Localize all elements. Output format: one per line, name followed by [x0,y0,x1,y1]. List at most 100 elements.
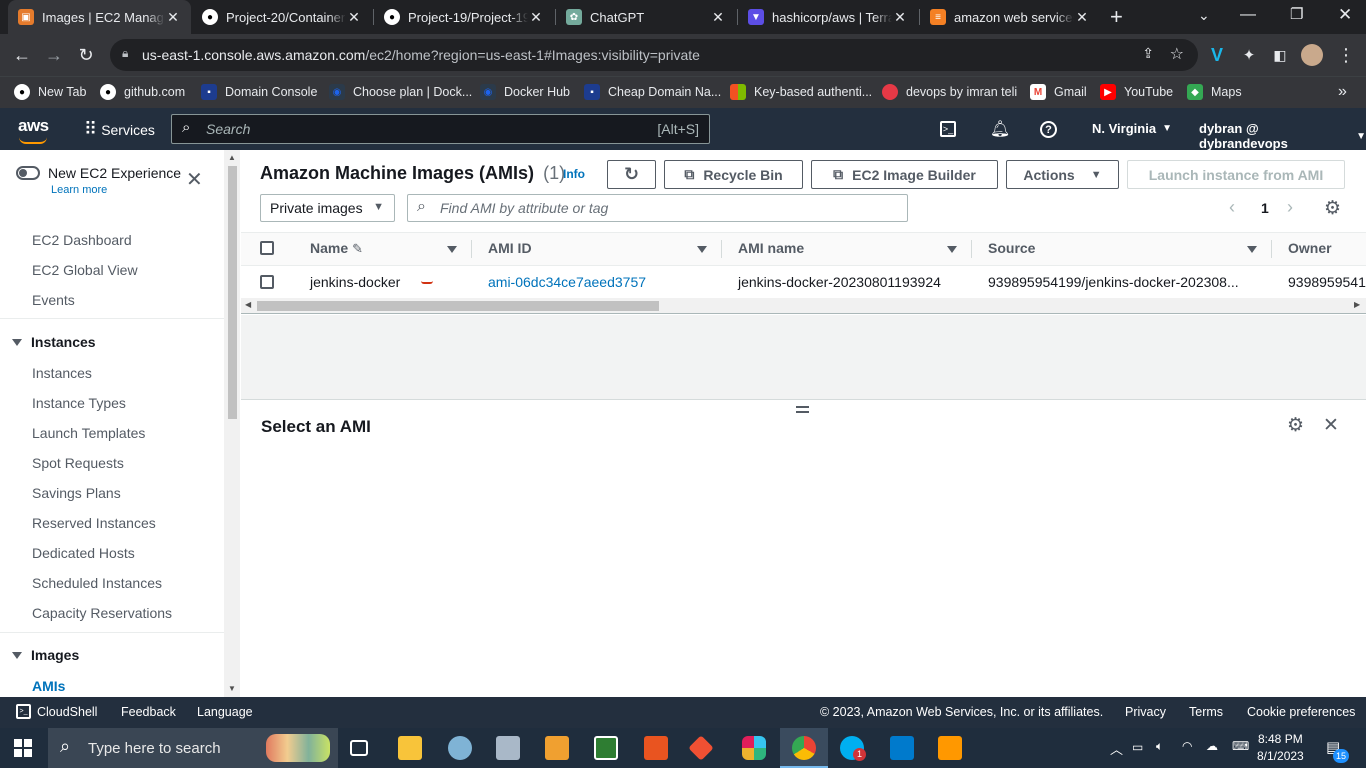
wifi-icon[interactable]: ◠ [1182,739,1192,753]
close-tab-icon[interactable]: ✕ [165,9,181,26]
help-icon[interactable]: ? [1040,121,1057,138]
media-player-icon[interactable] [545,736,569,760]
volume-icon[interactable]: 🔈︎ [1156,739,1163,754]
privacy-link[interactable]: Privacy [1125,705,1166,719]
column-header-owner[interactable]: Owner [1288,240,1332,256]
bookmark-namecheap[interactable]: ▪ Cheap Domain Na... [584,77,721,107]
battery-icon[interactable]: ▭ [1132,740,1143,754]
scroll-right-arrow-icon[interactable]: ▶ [1354,300,1360,309]
column-header-ami-id[interactable]: AMI ID [488,240,532,256]
cookie-preferences-link[interactable]: Cookie preferences [1247,705,1355,719]
sidebar-item-events[interactable]: Events [32,292,75,308]
sort-caret-icon[interactable] [1247,246,1257,253]
tray-overflow-chevron-icon[interactable]: ︿ [1110,739,1123,758]
menu-icon[interactable]: ⋮ [1332,41,1360,69]
restore-icon[interactable]: ❐ [1290,5,1303,23]
bookmark-maps[interactable]: ◆ Maps [1187,77,1242,107]
bookmark-star-icon[interactable]: ☆ [1170,44,1184,64]
network-app-icon[interactable] [496,736,520,760]
table-preferences-gear-icon[interactable]: ⚙ [1324,197,1341,220]
tab-ec2-images[interactable]: ▣ Images | EC2 Managem ✕ [8,0,191,34]
weather-cloud-icon[interactable]: ☁ [1206,739,1218,753]
clock-time[interactable]: 8:48 PM [1258,732,1303,746]
snipping-tool-icon[interactable] [594,736,618,760]
clock-date[interactable]: 8/1/2023 [1257,749,1304,763]
sidebar-item-ec2-dashboard[interactable]: EC2 Dashboard [32,232,132,248]
split-panel-settings-gear-icon[interactable]: ⚙ [1287,414,1304,437]
close-window-icon[interactable]: ✕ [1338,5,1352,25]
windows-start-icon[interactable] [14,739,32,757]
new-tab-button[interactable]: + [1110,4,1123,30]
bookmark-docker-hub[interactable]: ◉ Docker Hub [480,77,570,107]
console-search-input[interactable]: ⌕ Search [Alt+S] [171,114,710,144]
back-icon[interactable]: ← [8,41,36,69]
cloudshell-footer-button[interactable]: >_ CloudShell [16,704,97,719]
sidebar-item-launch-templates[interactable]: Launch Templates [32,425,145,441]
image-builder-button[interactable]: ⧉ EC2 Image Builder [811,160,998,189]
row-ami-id-link[interactable]: ami-06dc34ce7aeed3757 [488,274,646,290]
sidebar-section-instances[interactable]: Instances [12,334,96,350]
sidebar-item-scheduled-instances[interactable]: Scheduled Instances [32,575,162,591]
refresh-button[interactable]: ↻ [607,160,656,189]
actions-dropdown-button[interactable]: Actions ▼ [1006,160,1119,189]
sidebar-item-spot-requests[interactable]: Spot Requests [32,455,124,471]
split-panel-resize-handle[interactable] [796,406,809,413]
close-icon[interactable]: ✕ [186,170,203,190]
sidebar-item-reserved-instances[interactable]: Reserved Instances [32,515,156,531]
bookmark-youtube[interactable]: ▶ YouTube [1100,77,1173,107]
feedback-link[interactable]: Feedback [121,705,176,719]
ubuntu-icon[interactable] [644,736,668,760]
sidebar-item-ec2-global-view[interactable]: EC2 Global View [32,262,138,278]
tab-terraform[interactable]: ▼ hashicorp/aws | Terraf ✕ [738,0,918,34]
side-panel-icon[interactable]: ◧ [1266,41,1294,69]
current-page-number[interactable]: 1 [1261,200,1269,216]
select-all-checkbox[interactable] [260,241,274,255]
taskbar-search-box[interactable]: ⌕ Type here to search [48,728,338,768]
sidebar-item-capacity-reservations[interactable]: Capacity Reservations [32,605,172,621]
bookmark-github[interactable]: ● github.com [100,77,185,107]
tab-search-icon[interactable]: ⌄ [1198,7,1210,24]
sidebar-item-amis[interactable]: AMIs [32,678,65,694]
close-tab-icon[interactable]: ✕ [710,9,726,26]
bookmark-key-auth[interactable]: Key-based authenti... [730,77,872,107]
keyboard-language-icon[interactable]: ⌨ [1232,739,1249,753]
column-header-source[interactable]: Source [988,240,1035,256]
notifications-bell-icon[interactable]: 🔔︎ [990,119,1010,139]
sort-caret-icon[interactable] [447,246,457,253]
row-checkbox[interactable] [260,275,274,289]
sidebar-scrollbar-thumb[interactable] [228,166,237,419]
sidebar-item-instances[interactable]: Instances [32,365,92,381]
close-tab-icon[interactable]: ✕ [1074,9,1090,26]
split-panel-close-icon[interactable]: ✕ [1323,414,1339,437]
next-page-icon[interactable]: › [1287,197,1293,218]
bookmark-docker-plan[interactable]: ◉ Choose plan | Dock... [329,77,472,107]
forward-icon[interactable]: → [40,41,68,69]
tab-stackoverflow[interactable]: ≡ amazon web services ✕ [920,0,1100,34]
close-tab-icon[interactable]: ✕ [346,9,362,26]
column-header-name[interactable]: Name ✎ [310,240,363,257]
chrome-icon[interactable] [792,736,816,760]
recycle-bin-button[interactable]: ⧉ Recycle Bin [664,160,803,189]
language-link[interactable]: Language [197,705,253,719]
bookmark-devops[interactable]: devops by imran teli [882,77,1017,107]
bookmark-domain-console[interactable]: ▪ Domain Console [201,77,317,107]
profile-avatar[interactable] [1301,44,1323,66]
paint-app-icon[interactable] [448,736,472,760]
tab-project-19[interactable]: ● Project-19/Project-19. ✕ [374,0,554,34]
column-header-ami-name[interactable]: AMI name [738,240,804,256]
info-link[interactable]: Info [563,167,585,181]
minimize-icon[interactable]: — [1240,6,1256,24]
sort-caret-icon[interactable] [947,246,957,253]
tab-chatgpt[interactable]: ✿ ChatGPT ✕ [556,0,736,34]
terms-link[interactable]: Terms [1189,705,1223,719]
cloudshell-icon[interactable]: >_ [940,121,956,137]
vimeo-extension-icon[interactable]: V [1203,41,1231,69]
slack-icon[interactable] [742,736,766,760]
region-selector[interactable]: N. Virginia ▼ [1092,121,1172,136]
scroll-left-arrow-icon[interactable]: ◀ [245,300,251,309]
table-horizontal-scrollbar-thumb[interactable] [257,301,659,311]
aws-logo[interactable]: aws [18,116,49,144]
tab-project-20[interactable]: ● Project-20/Containeriz ✕ [192,0,372,34]
learn-more-link[interactable]: Learn more [51,184,107,196]
address-bar[interactable]: 🔒︎ us-east-1.console.aws.amazon.com/ec2/… [110,39,1198,71]
